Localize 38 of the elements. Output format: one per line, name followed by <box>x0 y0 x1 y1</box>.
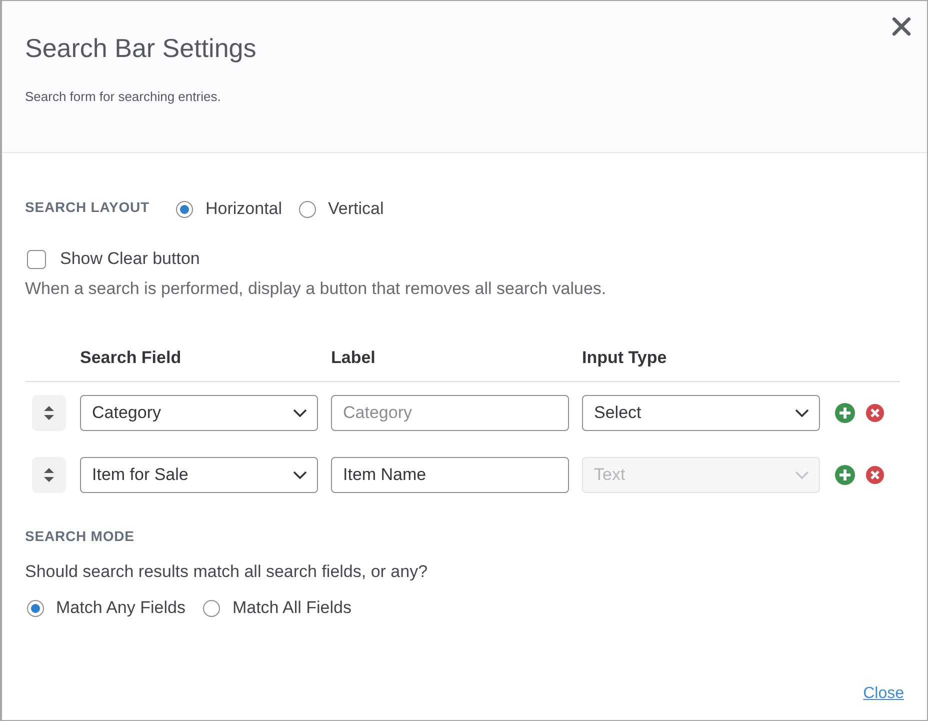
chevron-down-icon <box>293 471 307 479</box>
section-label: SEARCH LAYOUT <box>25 199 150 215</box>
radio-label[interactable]: Horizontal <box>205 198 282 220</box>
column-header: Search Field <box>80 347 182 369</box>
radio-button[interactable] <box>299 200 316 218</box>
close-link[interactable]: Close <box>863 683 904 705</box>
radio-button[interactable] <box>176 200 194 218</box>
radio-label[interactable]: Match All Fields <box>232 597 352 619</box>
column-header: Input Type <box>582 347 667 369</box>
sort-arrows-icon <box>44 468 54 482</box>
radio-button[interactable] <box>27 600 44 616</box>
drag-handle[interactable] <box>32 395 66 431</box>
sort-arrows-icon <box>44 406 54 420</box>
remove-icon[interactable] <box>866 404 884 422</box>
chevron-down-icon <box>795 409 809 417</box>
close-icon[interactable] <box>892 17 911 36</box>
question-text: Should search results match all search fields, or any? <box>25 561 428 583</box>
dialog-title: Search Bar Settings <box>25 32 256 64</box>
label-input[interactable]: Category <box>331 395 569 431</box>
search-field-select[interactable]: Item for Sale <box>80 457 318 493</box>
radio-label[interactable]: Vertical <box>328 198 384 220</box>
add-icon[interactable] <box>835 465 855 485</box>
section-label: SEARCH MODE <box>25 527 134 545</box>
column-header: Label <box>331 347 376 369</box>
label-input[interactable]: Item Name <box>331 457 569 493</box>
drag-handle[interactable] <box>32 457 66 493</box>
help-text: When a search is performed, display a button that removes all search values. <box>25 278 606 300</box>
chevron-down-icon <box>795 471 809 479</box>
checkbox-label[interactable]: Show Clear button <box>60 249 200 269</box>
chevron-down-icon <box>293 409 307 417</box>
input-type-select[interactable]: Select <box>582 395 820 431</box>
checkbox[interactable] <box>27 250 46 268</box>
add-icon[interactable] <box>835 403 855 423</box>
radio-button[interactable] <box>203 600 220 616</box>
radio-label[interactable]: Match Any Fields <box>56 597 186 619</box>
dialog-subtitle: Search form for searching entries. <box>25 89 221 105</box>
remove-icon[interactable] <box>866 466 884 484</box>
search-field-select[interactable]: Category <box>80 395 318 431</box>
